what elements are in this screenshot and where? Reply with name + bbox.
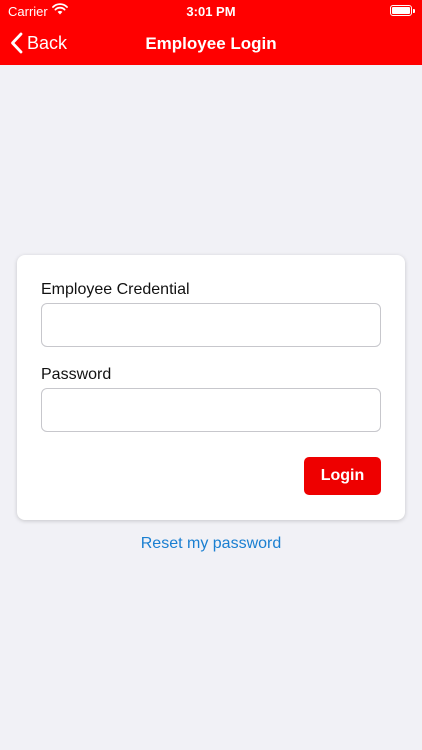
password-label: Password xyxy=(41,366,112,383)
battery-icon xyxy=(390,5,415,16)
top-bar: Carrier 3:01 PM Back Employee Login xyxy=(0,0,422,65)
login-button[interactable]: Login xyxy=(304,457,381,495)
credential-input[interactable] xyxy=(41,303,381,347)
reset-password-link[interactable]: Reset my password xyxy=(0,535,422,553)
navigation-bar: Back Employee Login xyxy=(0,22,422,65)
password-input[interactable] xyxy=(41,388,381,432)
status-bar: Carrier 3:01 PM xyxy=(0,0,422,22)
credential-label: Employee Credential xyxy=(41,281,190,298)
page-title: Employee Login xyxy=(145,34,277,53)
status-time: 3:01 PM xyxy=(186,4,236,19)
login-card: Employee Credential Password Login xyxy=(17,255,405,520)
